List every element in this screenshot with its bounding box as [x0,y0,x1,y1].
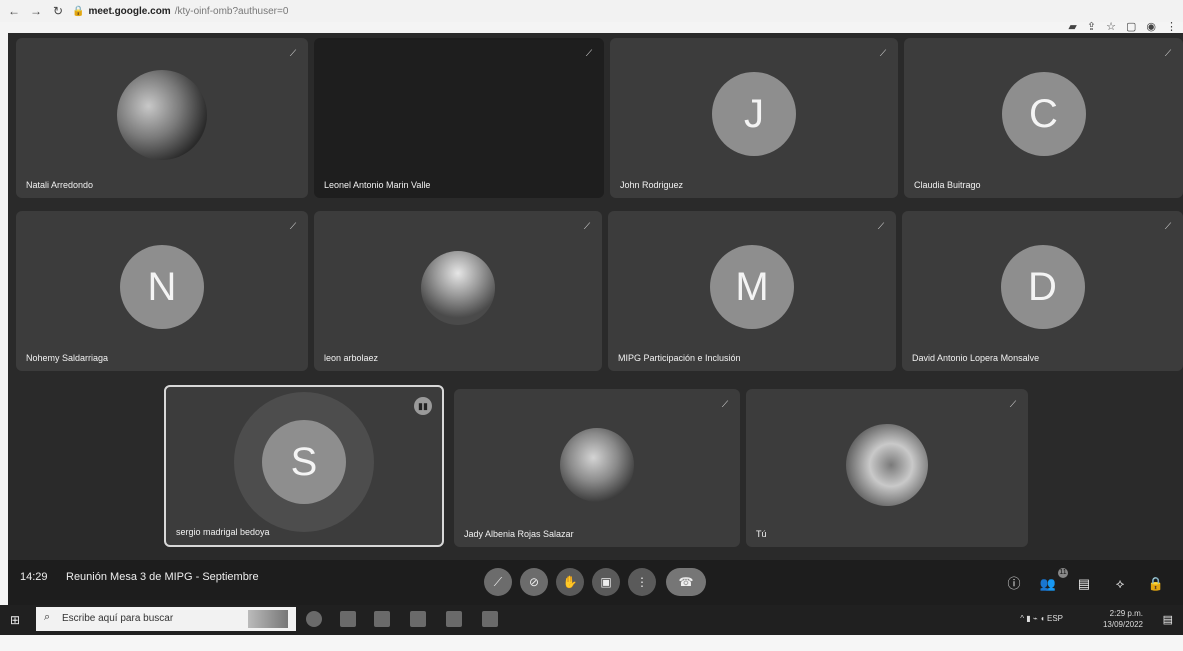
profile-icon[interactable]: ◉ [1146,20,1156,33]
participant-name: sergio madrigal bedoya [176,527,270,537]
participant-photo [846,424,928,506]
participant-tile[interactable]: ⟋ Natali Arredondo [16,38,308,198]
host-controls-icon[interactable]: 🔒 [1146,574,1166,594]
mic-off-icon: ⟋ [721,399,729,409]
avatar: M [710,245,794,329]
meeting-clock: 14:29 [20,571,48,583]
windows-taskbar: ⊞ ⌕ Escribe aquí para buscar ^ ▮ ⌁ ◖ ESP… [0,605,1183,635]
browser-toolbar: ← → ↻ 🔒 meet.google.com/kty-oinf-omb?aut… [0,0,1183,22]
mic-off-icon: ⟋ [289,48,297,58]
mic-off-icon: ⟋ [1009,399,1017,409]
taskbar-time: 2:29 p.m. [1109,609,1143,618]
tab-icon[interactable]: ▢ [1126,20,1136,33]
word-icon[interactable] [482,611,498,627]
participant-photo [560,428,634,502]
participant-photo [421,251,495,325]
reload-icon[interactable]: ↻ [50,3,66,19]
participant-name: David Antonio Lopera Monsalve [912,353,1040,363]
participant-name: Tú [756,529,767,539]
mic-off-icon: ⟋ [585,48,593,58]
address-bar[interactable]: 🔒 meet.google.com/kty-oinf-omb?authuser=… [72,6,288,17]
windows-start-icon[interactable]: ⊞ [10,613,20,627]
cast-icon[interactable]: ▰ [1068,20,1076,33]
taskbar-search[interactable]: ⌕ Escribe aquí para buscar [36,607,296,631]
participant-name: Natali Arredondo [26,180,94,190]
forward-icon[interactable]: → [28,3,44,19]
menu-icon[interactable]: ⋮ [1166,20,1177,33]
participant-photo [117,70,207,160]
participant-tile[interactable]: ⟋ Jady Albenia Rojas Salazar [454,389,740,547]
avatar: N [120,245,204,329]
participant-name: leon arbolaez [324,353,379,363]
mic-off-icon: ⟋ [877,221,885,231]
participant-tile[interactable]: M ⟋ MIPG Participación e Inclusión [608,211,896,371]
participant-tile-self[interactable]: ⟋ Tú [746,389,1028,547]
participant-tile-active[interactable]: S ▮▮ sergio madrigal bedoya [164,385,444,547]
activities-icon[interactable]: ⟡ [1110,574,1130,594]
file-explorer-icon[interactable] [374,611,390,627]
participant-name: Claudia Buitrago [914,180,981,190]
participant-name: John Rodriguez [620,180,684,190]
mic-off-icon: ⟋ [1164,221,1172,231]
participant-name: Leonel Antonio Marin Valle [324,180,431,190]
page-margin [0,635,1183,651]
notification-icon[interactable]: ▤ [1163,613,1173,626]
raise-hand-button[interactable]: ✋ [556,568,584,596]
participant-tile[interactable]: ⟋ leon arbolaez [314,211,602,371]
leave-call-button[interactable]: ☎ [666,568,706,596]
back-icon[interactable]: ← [6,3,22,19]
participant-name: Jady Albenia Rojas Salazar [464,529,574,539]
participant-count-badge: 11 [1058,568,1068,578]
browser-actions: ▰ ⇪ ☆ ▢ ◉ ⋮ [1068,20,1177,33]
people-icon[interactable]: 👥 [1038,574,1058,594]
avatar: J [712,72,796,156]
participant-tile[interactable]: N ⟋ Nohemy Saldarriaga [16,211,308,371]
speaking-indicator-icon: ▮▮ [414,397,432,415]
present-button[interactable]: ▣ [592,568,620,596]
system-tray-icons[interactable]: ^ ▮ ⌁ ◖ ESP [1020,614,1063,623]
avatar: C [1001,72,1086,156]
url-path: /kty-oinf-omb?authuser=0 [174,5,289,17]
search-placeholder: Escribe aquí para buscar [62,613,174,624]
taskbar-date: 13/09/2022 [1102,620,1143,629]
meeting-controls-bar: 14:29 Reunión Mesa 3 de MIPG - Septiembr… [8,560,1183,608]
mic-off-icon: ⟋ [879,48,887,58]
search-icon: ⌕ [44,611,51,623]
camera-toggle-button[interactable]: ⊘ [520,568,548,596]
lock-icon: 🔒 [72,5,85,17]
avatar: S [262,420,346,504]
participant-tile[interactable]: C ⟋ Claudia Buitrago [904,38,1183,198]
meeting-grid: ⟋ Natali Arredondo ⟋ Leonel Antonio Mari… [8,33,1183,601]
participant-tile[interactable]: ⟋ Leonel Antonio Marin Valle [314,38,604,198]
chrome-icon[interactable] [410,611,426,627]
mic-toggle-button[interactable]: ⟋ [484,568,512,596]
meeting-title: Reunión Mesa 3 de MIPG - Septiembre [66,571,259,583]
task-view-icon[interactable] [340,611,356,627]
cortana-icon[interactable] [306,611,322,627]
chat-icon[interactable]: ▤ [1074,574,1094,594]
search-highlight-image [248,610,288,628]
participant-tile[interactable]: J ⟋ John Rodriguez [610,38,898,198]
participant-name: Nohemy Saldarriaga [26,353,109,363]
mic-off-icon: ⟋ [1164,48,1172,58]
more-options-button[interactable]: ⋮ [628,568,656,596]
share-icon[interactable]: ⇪ [1087,20,1096,33]
participant-name: MIPG Participación e Inclusión [618,353,741,363]
star-icon[interactable]: ☆ [1106,20,1116,33]
mail-icon[interactable] [446,611,462,627]
mic-off-icon: ⟋ [583,221,591,231]
avatar: D [1000,245,1085,329]
url-host: meet.google.com [88,5,171,17]
participant-tile[interactable]: D ⟋ David Antonio Lopera Monsalve [902,211,1183,371]
taskbar-clock[interactable]: 2:29 p.m. 13/09/2022 [1103,608,1143,630]
info-icon[interactable]: ⓘ [1004,574,1024,594]
mic-off-icon: ⟋ [289,221,297,231]
